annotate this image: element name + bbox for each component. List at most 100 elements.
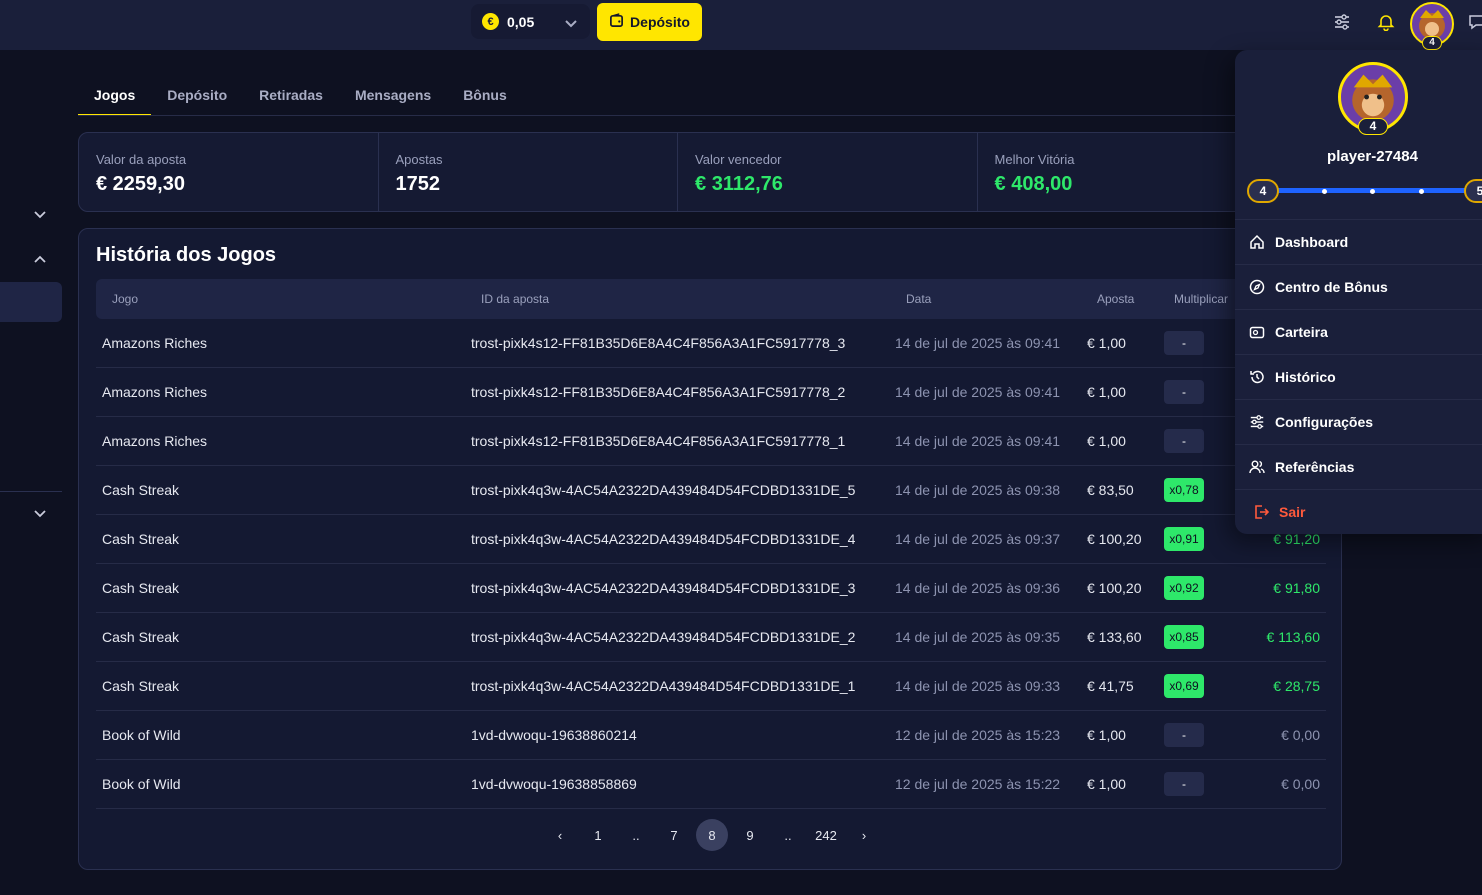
menu-item-label: Carteira <box>1275 324 1328 340</box>
table-row[interactable]: Book of Wild 1vd-dvwoqu-19638860214 12 de … <box>96 711 1326 760</box>
table-row[interactable]: Cash Streak trost-pixk4q3w-4AC54A2322DA43… <box>96 466 1326 515</box>
username: player-27484 <box>1327 148 1418 165</box>
menu-item-label: Histórico <box>1275 369 1336 385</box>
bet-amount: € 41,75 <box>1087 678 1134 694</box>
table-row[interactable]: Amazons Riches trost-pixk4s12-FF81B35D6E8… <box>96 417 1326 466</box>
table-row[interactable]: Book of Wild 1vd-dvwoqu-19638858869 12 de … <box>96 760 1326 809</box>
pagination-page[interactable]: 1 <box>579 819 617 851</box>
chevron-up-icon[interactable] <box>32 251 48 267</box>
tab-retiradas[interactable]: Retiradas <box>243 80 339 116</box>
menu-item-wallet[interactable]: Carteira <box>1248 310 1482 354</box>
level-next-badge: 5 <box>1464 179 1482 203</box>
table-row[interactable]: Cash Streak trost-pixk4q3w-4AC54A2322DA43… <box>96 662 1326 711</box>
game-name: Cash Streak <box>102 678 180 694</box>
wallet-icon <box>1248 323 1266 341</box>
bet-date: 14 de jul de 2025 às 09:38 <box>895 482 1061 498</box>
avatar-level-badge: 4 <box>1422 36 1442 50</box>
history-icon <box>1248 368 1266 386</box>
multiplier-badge: x0,92 <box>1164 576 1204 600</box>
logout-icon <box>1252 503 1270 521</box>
menu-item-label: Configurações <box>1275 414 1374 430</box>
pagination-page[interactable]: 242 <box>807 819 845 851</box>
balance-value: 0,05 <box>507 13 535 30</box>
game-name: Book of Wild <box>102 727 181 743</box>
bet-date: 12 de jul de 2025 às 15:23 <box>895 727 1061 743</box>
table-row[interactable]: Cash Streak trost-pixk4q3w-4AC54A2322DA43… <box>96 515 1326 564</box>
bet-date: 14 de jul de 2025 às 09:41 <box>895 384 1061 400</box>
bet-amount: € 1,00 <box>1087 384 1126 400</box>
bet-id: trost-pixk4q3w-4AC54A2322DA439484D54FCDB… <box>471 482 856 498</box>
deposit-button-label: Depósito <box>630 14 690 30</box>
logout-label: Sair <box>1279 504 1306 520</box>
multiplier-badge: x0,78 <box>1164 478 1204 502</box>
top-bar: € 0,05 Depósito 4 <box>0 0 1482 50</box>
bell-icon[interactable] <box>1375 11 1397 33</box>
bet-date: 12 de jul de 2025 às 15:22 <box>895 776 1061 792</box>
chevron-down-icon[interactable] <box>564 16 578 34</box>
menu-level-badge: 4 <box>1358 118 1388 135</box>
menu-item-bonus-center[interactable]: Centro de Bônus <box>1248 265 1482 309</box>
bet-amount: € 1,00 <box>1087 727 1126 743</box>
multiplier-badge: - <box>1164 723 1204 747</box>
multiplier-badge: x0,85 <box>1164 625 1204 649</box>
stat-total-won: Valor vencedor € 3112,76 <box>678 133 978 211</box>
menu-item-dashboard[interactable]: Dashboard <box>1248 220 1482 264</box>
pagination-current-page[interactable]: 8 <box>696 819 728 851</box>
bet-id: trost-pixk4q3w-4AC54A2322DA439484D54FCDB… <box>471 678 856 694</box>
multiplier-badge: - <box>1164 772 1204 796</box>
bet-date: 14 de jul de 2025 às 09:37 <box>895 531 1061 547</box>
settings-sliders-icon[interactable] <box>1331 11 1353 33</box>
balance-selector[interactable]: € 0,05 <box>471 4 590 39</box>
level-progress-dot <box>1419 189 1424 194</box>
table-row[interactable]: Amazons Riches trost-pixk4s12-FF81B35D6E8… <box>96 368 1326 417</box>
bet-date: 14 de jul de 2025 às 09:41 <box>895 335 1061 351</box>
bet-amount: € 1,00 <box>1087 776 1126 792</box>
pagination-prev[interactable]: ‹ <box>541 819 579 851</box>
bet-date: 14 de jul de 2025 às 09:33 <box>895 678 1061 694</box>
tab-bonus[interactable]: Bônus <box>447 80 523 116</box>
home-icon <box>1248 233 1266 251</box>
table-row[interactable]: Cash Streak trost-pixk4q3w-4AC54A2322DA43… <box>96 564 1326 613</box>
stats-summary: Valor da aposta € 2259,30 Apostas 1752 V… <box>78 132 1278 212</box>
level-current-badge: 4 <box>1247 179 1279 203</box>
bet-id: trost-pixk4s12-FF81B35D6E8A4C4F856A3A1FC… <box>471 384 846 400</box>
pagination-next[interactable]: › <box>845 819 883 851</box>
level-progress-dot <box>1370 189 1375 194</box>
deposit-button[interactable]: Depósito <box>597 3 702 41</box>
game-name: Cash Streak <box>102 531 180 547</box>
multiplier-badge: x0,69 <box>1164 674 1204 698</box>
bet-id: trost-pixk4s12-FF81B35D6E8A4C4F856A3A1FC… <box>471 335 846 351</box>
stat-value: € 3112,76 <box>695 173 783 195</box>
sidebar-active-item[interactable] <box>0 282 62 322</box>
chevron-down-icon[interactable] <box>32 207 48 223</box>
menu-item-history[interactable]: Histórico <box>1248 355 1482 399</box>
chat-icon[interactable] <box>1466 11 1482 33</box>
game-name: Amazons Riches <box>102 433 208 449</box>
menu-item-settings[interactable]: Configurações <box>1248 400 1482 444</box>
wallet-icon <box>609 13 624 31</box>
multiplier-badge: - <box>1164 429 1204 453</box>
stat-bet-count: Apostas 1752 <box>379 133 679 211</box>
user-menu-dropdown: 4 player-27484 4 5 Dashboard Centro de B… <box>1235 50 1482 534</box>
pagination-page[interactable]: 7 <box>655 819 693 851</box>
tab-jogos[interactable]: Jogos <box>78 80 152 116</box>
game-name: Cash Streak <box>102 482 180 498</box>
game-name: Amazons Riches <box>102 335 208 351</box>
table-row[interactable]: Cash Streak trost-pixk4q3w-4AC54A2322DA43… <box>96 613 1326 662</box>
stat-value: € 2259,30 <box>96 173 185 195</box>
logout-button[interactable]: Sair <box>1252 490 1482 534</box>
win-amount: € 113,60 <box>1266 629 1320 645</box>
menu-item-label: Dashboard <box>1275 234 1349 250</box>
win-amount: € 91,80 <box>1273 580 1320 596</box>
chevron-down-icon[interactable] <box>32 506 48 522</box>
game-name: Book of Wild <box>102 776 181 792</box>
game-history-panel: História dos Jogos Jogo ID da aposta Dat… <box>78 228 1342 870</box>
bet-amount: € 100,20 <box>1087 580 1142 596</box>
level-progress-dot <box>1322 189 1327 194</box>
menu-item-referrals[interactable]: Referências <box>1248 445 1482 489</box>
pagination-page[interactable]: 9 <box>731 819 769 851</box>
tab-mensagens[interactable]: Mensagens <box>339 80 447 116</box>
tab-deposito[interactable]: Depósito <box>151 80 243 116</box>
stat-best-win: Melhor Vitória € 408,00 <box>978 133 1277 211</box>
table-row[interactable]: Amazons Riches trost-pixk4s12-FF81B35D6E8… <box>96 319 1326 368</box>
